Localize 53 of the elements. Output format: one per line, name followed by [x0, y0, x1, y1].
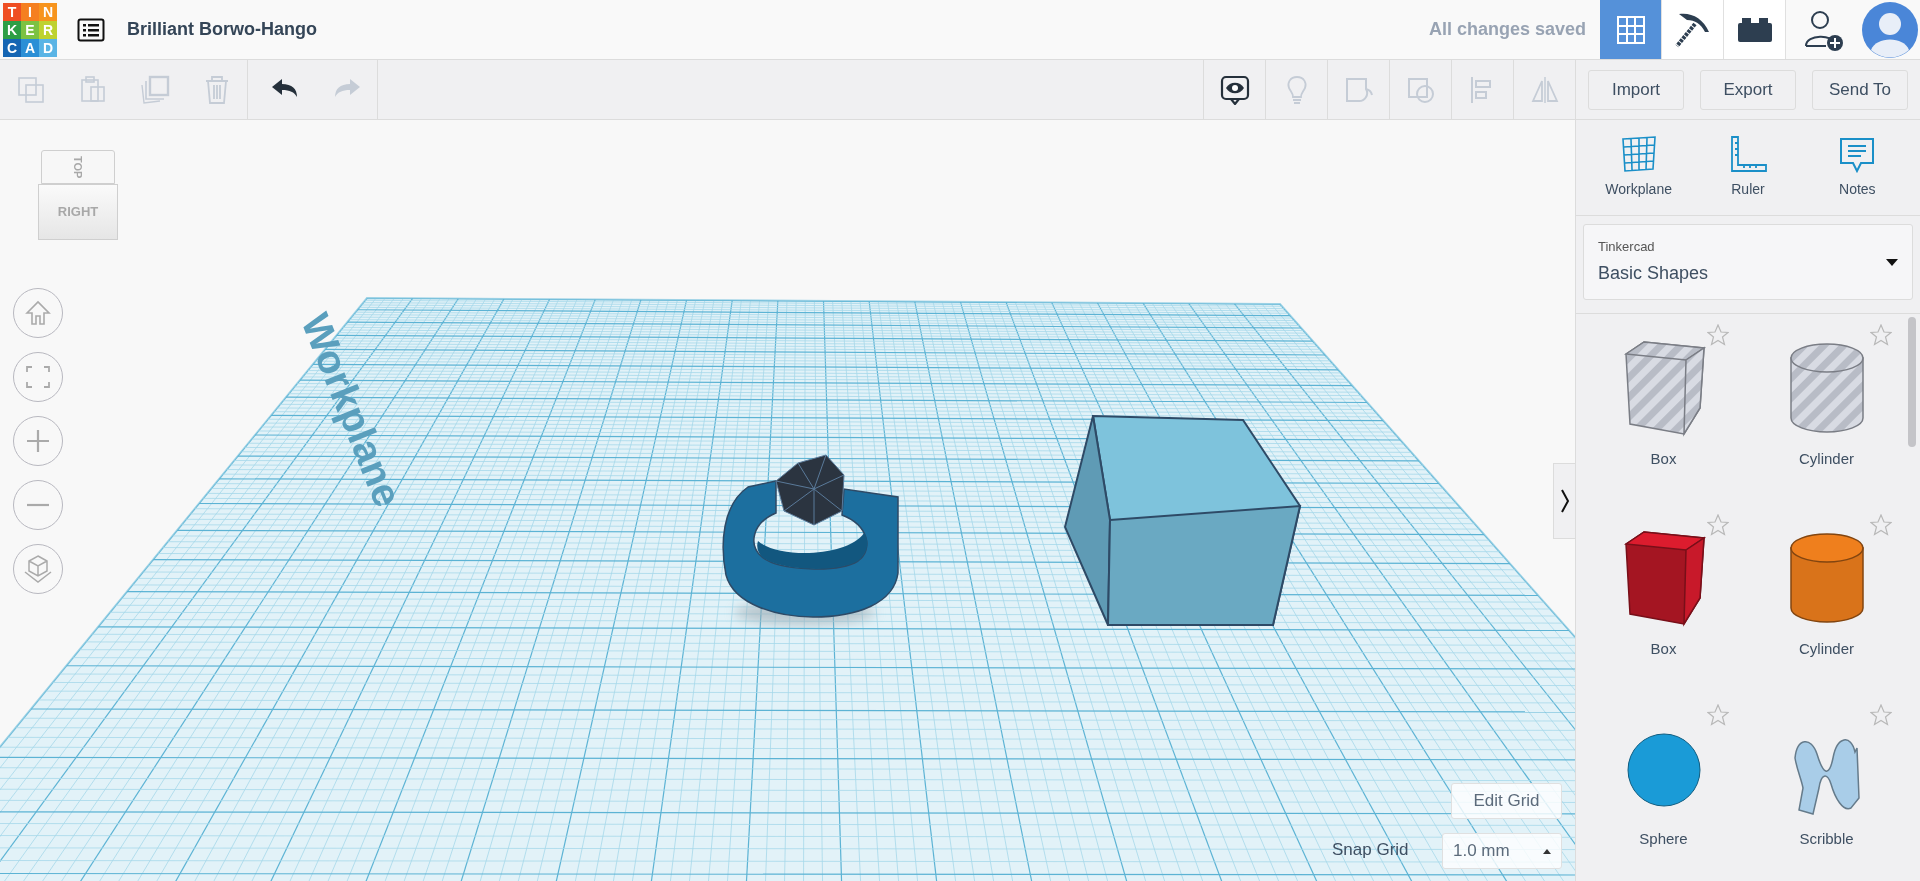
shape-tile[interactable]: Box: [1613, 338, 1714, 471]
toolbar-button[interactable]: Send To: [1812, 69, 1908, 110]
design-title[interactable]: Brilliant Borwo-Hango: [127, 16, 317, 43]
panel-collapse-tab[interactable]: [1553, 463, 1575, 539]
caret-up-icon: [1543, 848, 1551, 854]
plus-icon: [26, 429, 50, 453]
ruler-icon: [1728, 135, 1768, 173]
avatar-icon[interactable]: [1862, 1, 1918, 58]
toolbar-button[interactable]: Import: [1588, 69, 1684, 110]
design-list-icon[interactable]: [77, 17, 105, 42]
shape-tile[interactable]: Scribble: [1776, 718, 1877, 851]
favorite-star-icon[interactable]: [1870, 514, 1892, 536]
home-view-button[interactable]: [13, 288, 63, 338]
favorite-star-icon[interactable]: [1707, 324, 1729, 346]
shape-tile[interactable]: Cylinder: [1776, 528, 1877, 661]
fit-view-button[interactable]: [13, 352, 63, 402]
copy-icon: [16, 74, 46, 105]
snap-grid-label: Snap Grid: [1332, 839, 1409, 861]
ruler-tool-button[interactable]: Ruler: [1698, 135, 1798, 200]
library-dropdown[interactable]: Tinkercad Basic Shapes: [1583, 224, 1913, 300]
view-mode-button[interactable]: [1724, 0, 1786, 59]
snap-grid-select[interactable]: 1.0 mm: [1442, 833, 1562, 869]
save-status: All changes saved: [1428, 18, 1586, 41]
edit-grid-button[interactable]: Edit Grid: [1451, 783, 1562, 819]
favorite-star-icon[interactable]: [1870, 704, 1892, 726]
eye-bubble-icon: [1219, 74, 1250, 105]
brick-icon: [1737, 17, 1772, 42]
cube-icon: [23, 554, 53, 584]
notes-tool-button[interactable]: Notes: [1807, 135, 1908, 200]
favorite-star-icon[interactable]: [1707, 704, 1729, 726]
zoom-in-button[interactable]: [13, 416, 63, 466]
shape-tile[interactable]: Box: [1613, 528, 1714, 661]
home-icon: [25, 300, 51, 326]
grid-icon: [1616, 15, 1645, 44]
clipboard-icon: [78, 74, 108, 105]
fit-icon: [26, 366, 50, 388]
toolbar-button[interactable]: Export: [1700, 69, 1796, 110]
cube-drawing[interactable]: [1063, 414, 1303, 628]
workplane-tool-button[interactable]: Workplane: [1588, 135, 1689, 200]
projection-button[interactable]: [13, 544, 63, 594]
caret-down-icon: [1886, 258, 1898, 266]
tinkercad-logo[interactable]: T I N K E R C A D: [3, 2, 57, 57]
shape-tile[interactable]: Cylinder: [1776, 338, 1877, 471]
minus-icon: [26, 503, 50, 507]
zoom-out-button[interactable]: [13, 480, 63, 530]
duplicate-icon: [140, 74, 170, 105]
scrollbar[interactable]: [1908, 317, 1916, 447]
mirror-icon: [1529, 74, 1560, 105]
favorite-star-icon[interactable]: [1870, 324, 1892, 346]
view-mode-button[interactable]: [1662, 0, 1724, 59]
favorite-star-icon[interactable]: [1707, 514, 1729, 536]
shape-tile[interactable]: Sphere: [1613, 718, 1714, 851]
chevron-right-icon: [1559, 488, 1570, 514]
